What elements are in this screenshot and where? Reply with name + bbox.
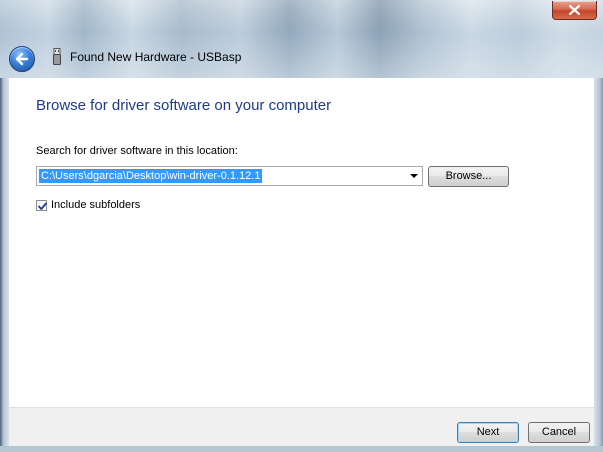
cancel-button[interactable]: Cancel xyxy=(528,422,590,443)
include-subfolders-checkbox[interactable] xyxy=(36,200,47,211)
window-frame-bottom xyxy=(0,446,603,452)
include-subfolders-label[interactable]: Include subfolders xyxy=(51,199,140,211)
usb-device-icon xyxy=(53,48,61,65)
window-frame-left xyxy=(0,78,9,452)
close-icon xyxy=(569,5,580,15)
window-frame-right xyxy=(594,78,603,452)
wizard-window: Found New Hardware - USBasp Browse for d… xyxy=(0,0,603,452)
close-button[interactable] xyxy=(552,1,597,20)
wizard-content: Browse for driver software on your compu… xyxy=(9,78,594,407)
page-heading: Browse for driver software on your compu… xyxy=(36,97,332,114)
checkmark-icon xyxy=(38,202,47,210)
window-title: Found New Hardware - USBasp xyxy=(70,50,242,64)
browse-button[interactable]: Browse... xyxy=(428,166,509,187)
next-button[interactable]: Next xyxy=(457,422,519,443)
search-location-label: Search for driver software in this locat… xyxy=(36,145,238,157)
chevron-down-icon[interactable] xyxy=(410,174,418,178)
back-arrow-icon xyxy=(15,52,29,66)
back-button[interactable] xyxy=(9,46,35,72)
driver-path-value[interactable]: C:\Users\dgarcia\Desktop\win-driver-0.1.… xyxy=(39,169,263,183)
driver-path-combobox[interactable]: C:\Users\dgarcia\Desktop\win-driver-0.1.… xyxy=(36,166,423,186)
title-bar[interactable] xyxy=(0,0,603,78)
